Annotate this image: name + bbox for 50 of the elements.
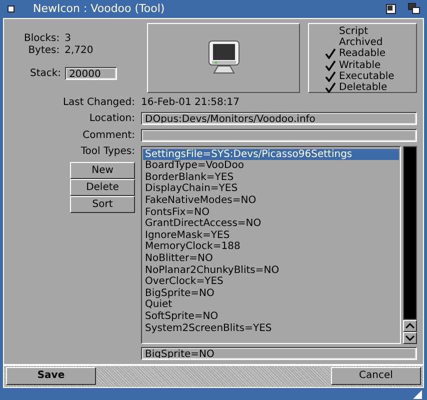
protection-flag[interactable]: Archived [325,36,416,48]
tool-type-item[interactable]: BigSprite=NO [143,288,399,300]
tool-type-item[interactable]: NoPlanar2ChunkyBlits=NO [143,264,399,276]
info-label: Blocks: [24,32,60,45]
tool-type-item[interactable]: FontsFix=NO [143,206,399,218]
tool-type-item[interactable]: BorderBlank=YES [143,172,399,184]
info-value: 3 [64,32,72,45]
scroll-up-button[interactable] [403,320,417,332]
zoom-button[interactable] [386,4,396,14]
tool-type-item[interactable]: GrantDirectAccess=NO [143,218,399,230]
location-label: Location: [88,112,135,124]
tool-type-button[interactable]: Delete [70,178,135,196]
last-changed-date: 16-Feb-01 21:58:17 [141,96,240,108]
monitor-icon[interactable] [206,40,242,76]
tool-type-item[interactable]: DisplayChain=YES [143,183,399,196]
tool-type-item[interactable]: IgnoreMask=YES [143,230,399,242]
protection-flag[interactable]: Deletable [325,82,416,94]
comment-label: Comment: [82,130,135,141]
protection-flag[interactable]: Script [325,26,416,37]
tool-types-label: Tool Types: [80,146,135,157]
resize-handle[interactable] [413,390,422,399]
tool-type-button[interactable]: Sort [70,196,135,213]
tool-type-item[interactable]: BoardType=VooDoo [143,160,399,172]
protection-flag[interactable]: Executable [325,70,416,82]
last-changed-label: Last Changed: [62,96,135,108]
depth-button[interactable] [408,3,420,14]
stack-field[interactable]: 20000 [65,66,118,80]
cancel-button[interactable]: Cancel [331,366,421,385]
protection-flag[interactable]: Writable [325,60,416,71]
location-field[interactable]: DOpus:Devs/Monitors/Voodoo.info [141,112,417,125]
scrollbar[interactable] [403,146,417,320]
window-title: NewIcon : Voodoo (Tool) [32,2,166,16]
tool-type-item[interactable]: System2ScreenBlits=YES [143,322,399,334]
tool-type-item[interactable]: MemoryClock=188 [143,241,399,253]
stack-label: Stack: [30,68,62,79]
tool-type-item[interactable]: SettingsFile=SYS:Devs/Picasso96Settings [143,148,399,160]
save-button[interactable]: Save [6,366,96,385]
tool-type-button[interactable]: New [70,162,135,179]
scroll-down-button[interactable] [403,332,417,344]
close-button[interactable] [7,4,15,13]
tool-type-item[interactable]: NoBlitter=NO [143,252,399,265]
tool-type-item[interactable]: Quiet [143,299,399,311]
tool-type-item[interactable]: FakeNativeModes=NO [143,195,399,207]
tool-type-item[interactable]: SoftSprite=NO [143,310,399,323]
tool-type-item[interactable]: OverClock=YES [143,276,399,288]
tool-type-field[interactable]: BigSprite=NO [141,346,417,360]
info-label: Bytes: [27,44,60,57]
protection-flag[interactable]: Readable [325,48,416,60]
comment-field[interactable] [141,128,417,142]
info-value: 2,720 [64,44,94,57]
